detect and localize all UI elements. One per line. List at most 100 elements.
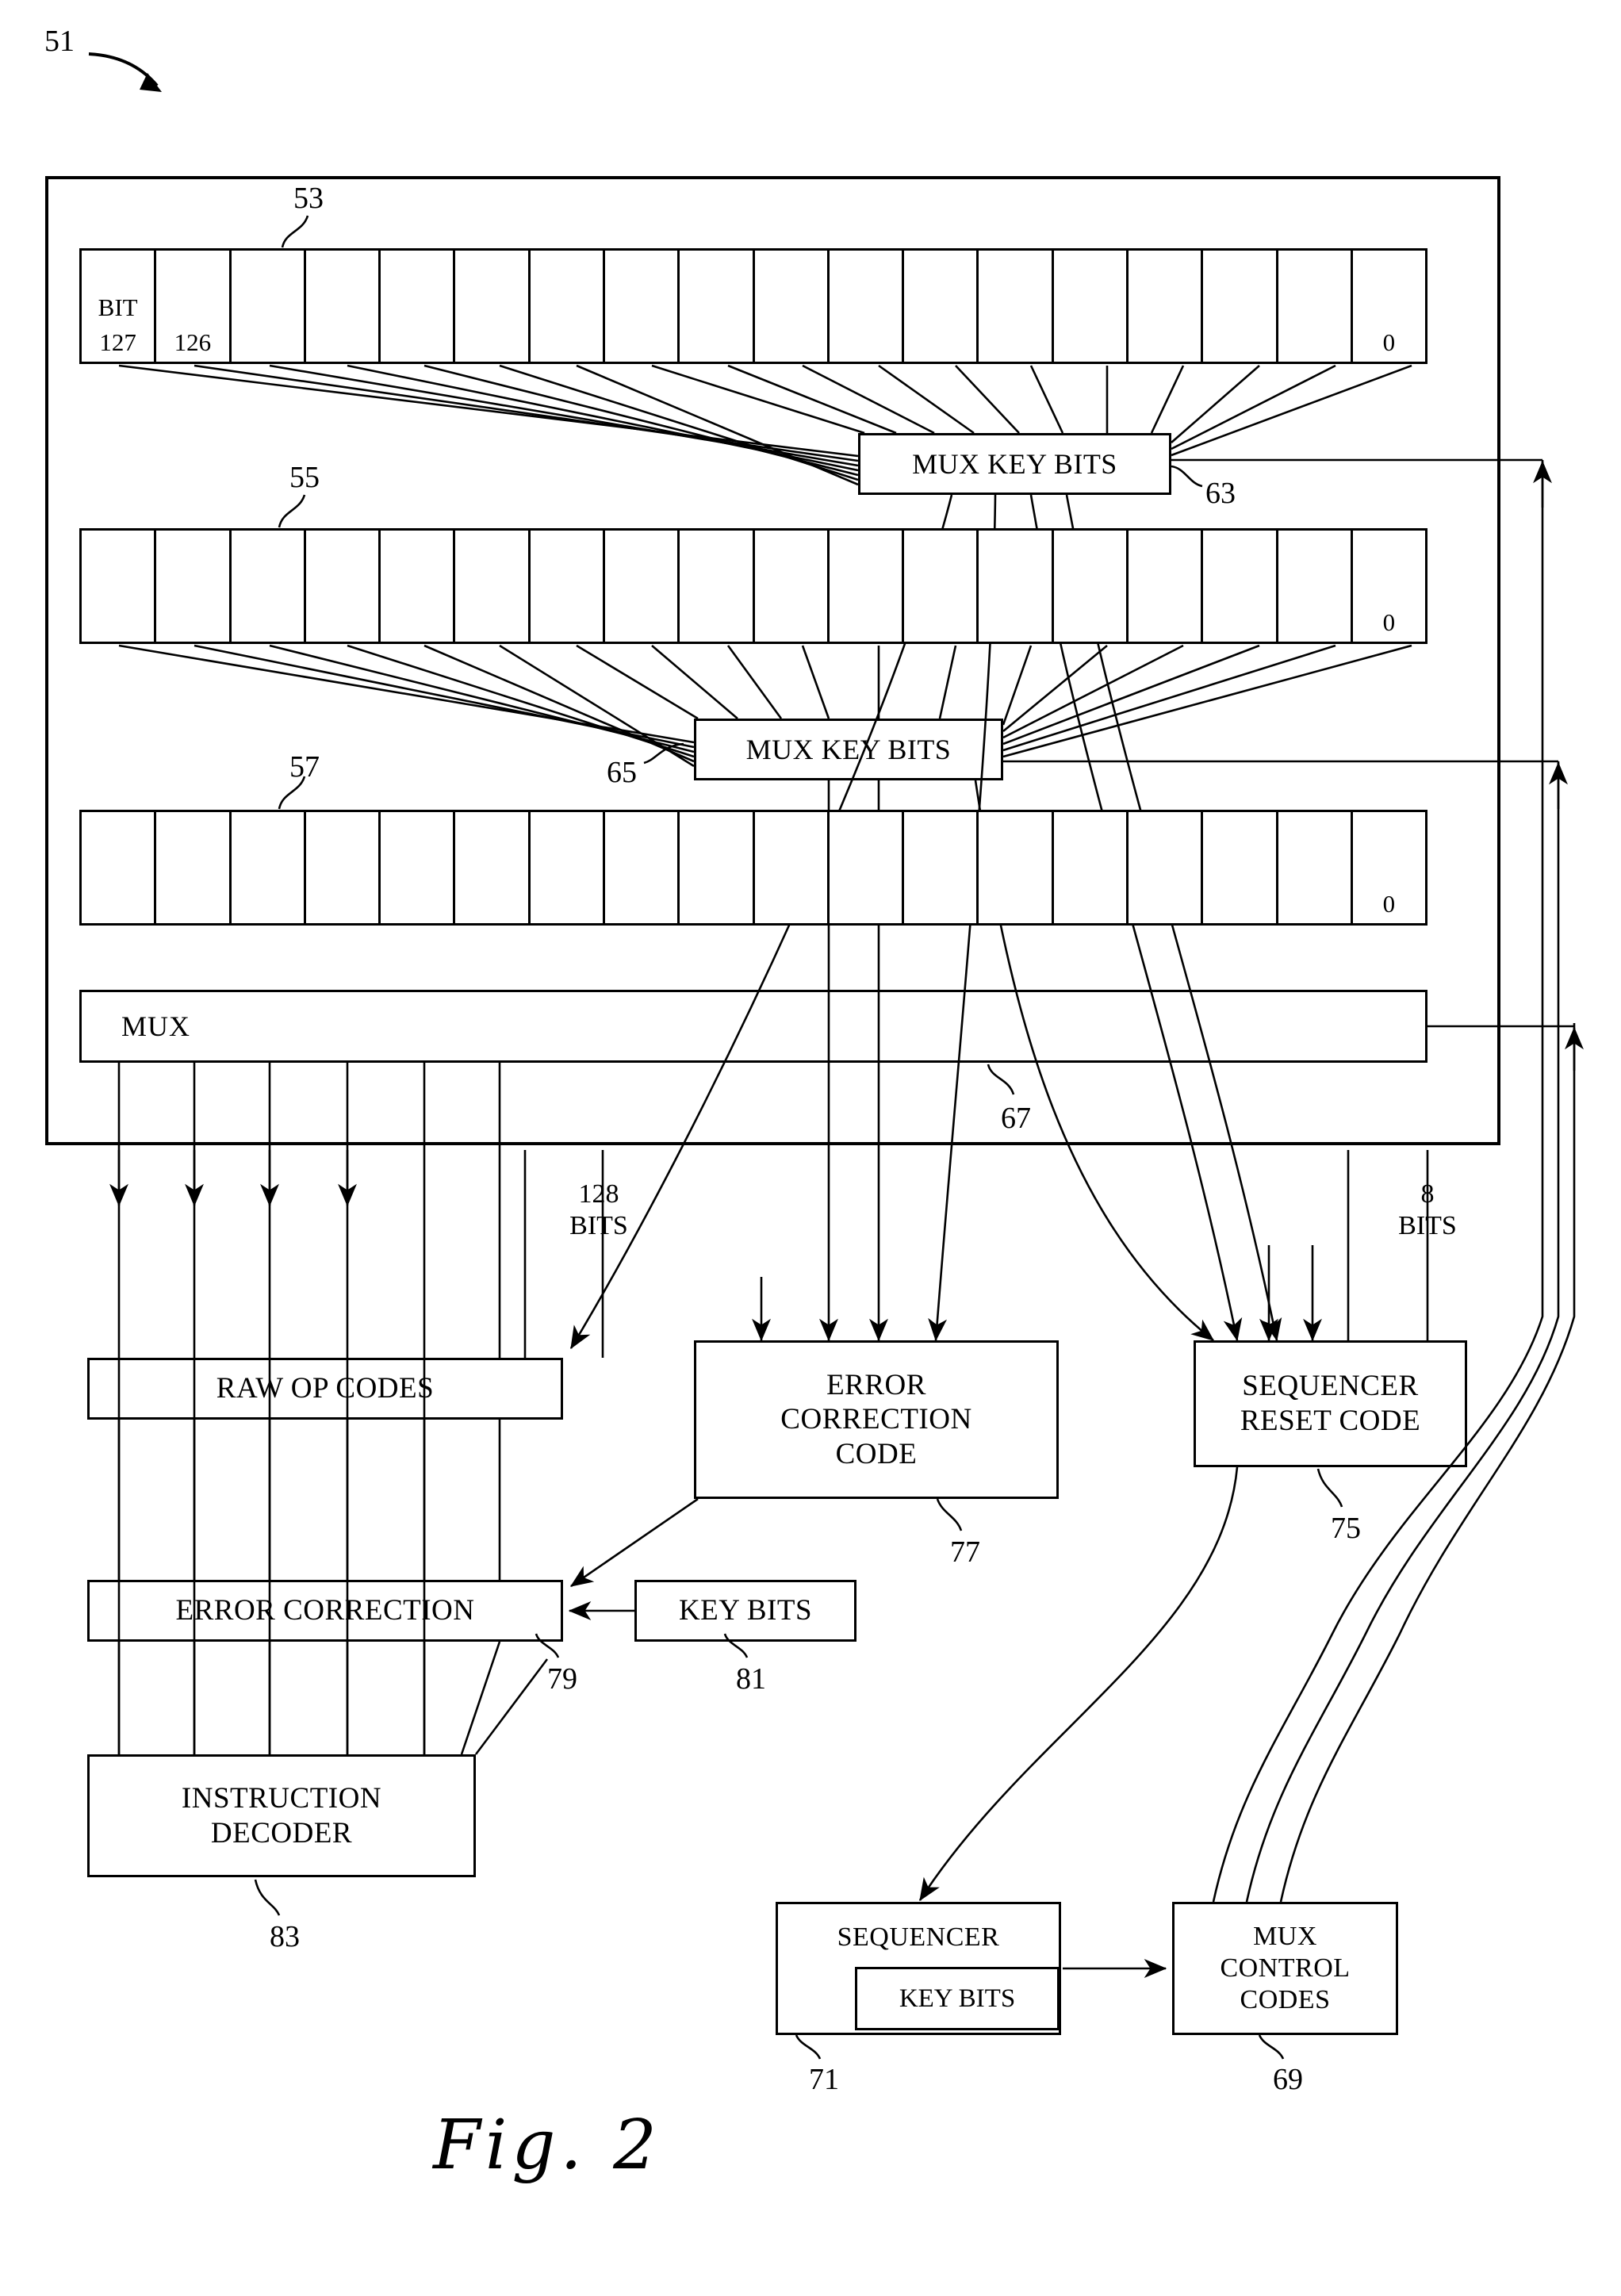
register-cell-bit-index: 127: [99, 328, 136, 356]
register-cell[interactable]: [530, 531, 605, 642]
register-cell[interactable]: [754, 812, 830, 923]
mux-control-codes-line3: CODES: [1240, 1985, 1331, 2015]
sequencer-key-bits-subbox[interactable]: KEY BITS: [855, 1967, 1060, 2030]
register-cell[interactable]: [305, 251, 381, 362]
register-cell[interactable]: [754, 251, 830, 362]
error-correction-box[interactable]: ERROR CORRECTION: [87, 1580, 566, 1645]
register-cell[interactable]: [1203, 251, 1278, 362]
sequencer-label: SEQUENCER: [837, 1922, 1000, 1952]
instruction-decoder-line1: INSTRUCTION: [181, 1781, 382, 1815]
figure-caption-label: Fig.: [433, 2106, 587, 2185]
register-cell[interactable]: [1053, 812, 1129, 923]
register-cell[interactable]: [829, 812, 905, 923]
register-cell[interactable]: [1278, 251, 1353, 362]
register-cell[interactable]: [1128, 531, 1204, 642]
key-bits-box[interactable]: KEY BITS: [634, 1580, 860, 1645]
sequencer-reset-code-line1: SEQUENCER: [1242, 1370, 1419, 1403]
register-cell[interactable]: [381, 812, 456, 923]
ref-numeral-65: 65: [607, 756, 637, 789]
register-cell[interactable]: [1278, 531, 1353, 642]
register-cell[interactable]: 0: [1352, 812, 1426, 923]
register-cell[interactable]: [530, 812, 605, 923]
register-cell[interactable]: BIT 127: [82, 251, 157, 362]
register-cell[interactable]: [904, 531, 979, 642]
bus-width-right-line1: 8: [1420, 1179, 1435, 1209]
register-cell[interactable]: [604, 812, 680, 923]
mux-key-bits-65-label: MUX KEY BITS: [745, 733, 952, 765]
register-cell[interactable]: [829, 531, 905, 642]
register-cell[interactable]: [455, 251, 531, 362]
register-cell[interactable]: [979, 531, 1054, 642]
mux-bar[interactable]: MUX: [79, 990, 1431, 1067]
register-cell[interactable]: [904, 251, 979, 362]
register-cell[interactable]: [305, 812, 381, 923]
register-53: BIT 127 126 0: [79, 248, 1431, 368]
register-cell[interactable]: [156, 812, 232, 923]
mux-key-bits-box-65[interactable]: MUX KEY BITS: [694, 719, 1006, 784]
bus-width-left: 128 BITS: [547, 1179, 650, 1242]
register-cell[interactable]: [530, 251, 605, 362]
register-cell[interactable]: [381, 531, 456, 642]
register-cell[interactable]: [680, 812, 755, 923]
mux-control-codes-line1: MUX: [1253, 1921, 1317, 1951]
sequencer-key-bits-label: KEY BITS: [899, 1984, 1016, 2013]
ref-numeral-69: 69: [1273, 2063, 1303, 2096]
register-cell[interactable]: [1128, 251, 1204, 362]
register-cell[interactable]: [455, 812, 531, 923]
register-cell[interactable]: [156, 531, 232, 642]
register-cell-bit-index: 0: [1382, 608, 1396, 636]
register-cell[interactable]: [82, 531, 157, 642]
sequencer-reset-code-box[interactable]: SEQUENCER RESET CODE: [1194, 1340, 1470, 1470]
error-correction-code-box[interactable]: ERROR CORRECTION CODE: [694, 1340, 1062, 1502]
ref-numeral-71: 71: [809, 2063, 839, 2096]
register-cell[interactable]: [381, 251, 456, 362]
register-cell[interactable]: [1053, 251, 1129, 362]
register-cell-word: BIT: [98, 293, 138, 321]
ref-numeral-67: 67: [1001, 1102, 1031, 1135]
register-cell[interactable]: [82, 812, 157, 923]
mux-key-bits-63-label: MUX KEY BITS: [912, 447, 1117, 480]
register-cell[interactable]: 0: [1352, 531, 1426, 642]
key-bits-label: KEY BITS: [678, 1594, 813, 1627]
register-cell[interactable]: [680, 251, 755, 362]
register-cell[interactable]: [305, 531, 381, 642]
sequencer-reset-code-line2: RESET CODE: [1240, 1405, 1421, 1437]
register-57: 0: [79, 810, 1431, 930]
register-cell[interactable]: [604, 531, 680, 642]
mux-bar-label: MUX: [121, 1010, 191, 1042]
mux-key-bits-box-63[interactable]: MUX KEY BITS: [858, 433, 1175, 498]
register-cell[interactable]: [979, 812, 1054, 923]
register-cell[interactable]: [1053, 531, 1129, 642]
register-cell[interactable]: 0: [1352, 251, 1426, 362]
register-cell[interactable]: [604, 251, 680, 362]
instruction-decoder-box[interactable]: INSTRUCTION DECODER: [87, 1754, 479, 1880]
register-cell[interactable]: [1128, 812, 1204, 923]
register-cell[interactable]: [904, 812, 979, 923]
mux-control-codes-line2: CONTROL: [1220, 1953, 1351, 1983]
register-cell[interactable]: [1203, 531, 1278, 642]
register-cell[interactable]: [680, 531, 755, 642]
register-cell[interactable]: [231, 812, 306, 923]
ref-numeral-81: 81: [736, 1662, 766, 1696]
figure-caption: Fig. 2: [341, 2106, 753, 2185]
patent-figure-canvas: 51 53 BIT 127 126 0 55 0 57 0 MUX 67 MUX KE…: [0, 0, 1621, 2296]
register-cell[interactable]: [754, 531, 830, 642]
register-cell[interactable]: [829, 251, 905, 362]
ref-numeral-63: 63: [1205, 477, 1236, 510]
ref-numeral-57: 57: [289, 750, 320, 784]
register-cell-bit-index: 126: [174, 328, 212, 356]
register-cell[interactable]: [231, 531, 306, 642]
figure-caption-number: 2: [613, 2106, 661, 2185]
register-cell[interactable]: [979, 251, 1054, 362]
register-55: 0: [79, 528, 1431, 648]
error-correction-code-line2: CORRECTION: [780, 1403, 972, 1436]
register-cell[interactable]: [1278, 812, 1353, 923]
register-cell[interactable]: 126: [156, 251, 232, 362]
error-correction-code-line1: ERROR: [826, 1368, 926, 1401]
register-cell-bit-index: 0: [1382, 889, 1396, 918]
raw-op-codes-box[interactable]: RAW OP CODES: [87, 1358, 566, 1423]
mux-control-codes-box[interactable]: MUX CONTROL CODES: [1172, 1902, 1401, 2038]
register-cell[interactable]: [231, 251, 306, 362]
register-cell[interactable]: [1203, 812, 1278, 923]
register-cell[interactable]: [455, 531, 531, 642]
